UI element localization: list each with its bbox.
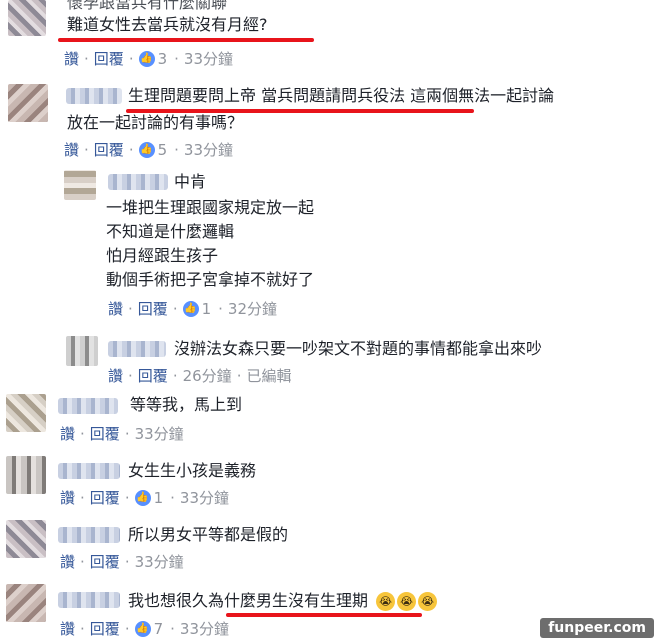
like-count[interactable]: 1 xyxy=(154,488,164,508)
watermark: funpeer.com xyxy=(540,618,654,638)
crying-face-icon: 😭 xyxy=(418,591,438,611)
comment-text: 沒辦法女森只要一吵架文不對題的事情都能拿出來吵 xyxy=(174,339,543,358)
thumbs-up-icon[interactable]: 👍 xyxy=(134,621,151,637)
crying-face-icon: 😭 xyxy=(376,591,396,611)
commenter-name-blurred[interactable] xyxy=(58,592,120,608)
reply-link[interactable]: 回覆 xyxy=(90,552,120,572)
thumbs-up-icon[interactable]: 👍 xyxy=(138,51,155,67)
highlighted-text: 為什麼男生沒有生理期 xyxy=(208,591,369,610)
like-link[interactable]: 讚 xyxy=(108,299,123,319)
comment-text-line: 放在一起討論的有事嗎？ xyxy=(67,113,244,132)
commenter-name-blurred[interactable] xyxy=(58,527,120,543)
avatar[interactable] xyxy=(6,394,46,432)
avatar[interactable] xyxy=(8,0,46,36)
comment-text-line: 動個手術把子宮拿掉不就好了 xyxy=(106,270,315,289)
like-count[interactable]: 7 xyxy=(154,619,164,639)
thumbs-up-icon[interactable]: 👍 xyxy=(134,490,151,506)
comment-actions: 讚 · 回覆 · 👍 7 · 33分鐘 xyxy=(60,619,230,639)
commenter-name-blurred[interactable] xyxy=(108,174,168,190)
timestamp[interactable]: 26分鐘 xyxy=(183,366,232,386)
comment-text-line: 一堆把生理跟國家規定放一起 xyxy=(106,198,315,217)
reply-link[interactable]: 回覆 xyxy=(90,488,120,508)
highlight-underline xyxy=(58,38,314,42)
commenter-name-blurred[interactable] xyxy=(66,88,122,104)
comment-text-line: 怕月經跟生孩子 xyxy=(106,246,219,265)
like-link[interactable]: 讚 xyxy=(60,488,75,508)
comment-text: 所以男女平等都是假的 xyxy=(128,525,289,544)
comment-text-line: 不知道是什麼邏輯 xyxy=(106,222,235,241)
avatar[interactable] xyxy=(8,84,48,122)
highlight-underline xyxy=(226,613,422,617)
like-link[interactable]: 讚 xyxy=(108,366,123,386)
reply-link[interactable]: 回覆 xyxy=(90,424,120,444)
timestamp[interactable]: 33分鐘 xyxy=(180,619,229,639)
reply-link[interactable]: 回覆 xyxy=(90,619,120,639)
timestamp[interactable]: 33分鐘 xyxy=(184,49,233,69)
like-link[interactable]: 讚 xyxy=(64,49,79,69)
comment-actions: 讚 · 回覆 · 👍 5 · 33分鐘 xyxy=(64,140,234,160)
crying-face-icon: 😭 xyxy=(397,591,417,611)
thumbs-up-icon[interactable]: 👍 xyxy=(138,142,155,158)
like-count[interactable]: 3 xyxy=(158,49,168,69)
like-count[interactable]: 1 xyxy=(202,299,212,319)
comment-text: 女生生小孩是義務 xyxy=(128,461,257,480)
comment-text-line: 懷孕跟當兵有什麼關聯 xyxy=(67,0,228,12)
commenter-name[interactable]: 中肯 xyxy=(174,171,206,193)
reply-link[interactable]: 回覆 xyxy=(94,140,124,160)
comment-actions: 讚 · 回覆 · 33分鐘 xyxy=(60,552,184,572)
timestamp[interactable]: 33分鐘 xyxy=(135,552,184,572)
comment-actions: 讚 · 回覆 · 👍 1 · 32分鐘 xyxy=(108,299,278,319)
avatar[interactable] xyxy=(6,584,46,622)
comment-text: 我也想很久 xyxy=(128,591,209,610)
comment-actions: 讚 · 回覆 · 26分鐘 · 已編輯 xyxy=(108,366,292,386)
avatar[interactable] xyxy=(6,520,46,558)
like-count[interactable]: 5 xyxy=(158,140,168,160)
comment-actions: 讚 · 回覆 · 33分鐘 xyxy=(60,424,184,444)
reply-link[interactable]: 回覆 xyxy=(138,366,168,386)
edited-label[interactable]: 已編輯 xyxy=(246,366,291,386)
like-link[interactable]: 讚 xyxy=(60,619,75,639)
timestamp[interactable]: 33分鐘 xyxy=(184,140,233,160)
comment-text-line: 難道女性去當兵就沒有月經? xyxy=(67,15,268,34)
comment-text-line: 我也想很久 為什麼男生沒有生理期 😭 😭 😭 xyxy=(128,590,438,612)
timestamp[interactable]: 33分鐘 xyxy=(180,488,229,508)
reply-link[interactable]: 回覆 xyxy=(138,299,168,319)
like-link[interactable]: 讚 xyxy=(64,140,79,160)
thumbs-up-icon[interactable]: 👍 xyxy=(182,301,199,317)
highlighted-text: 生理問題要問上帝 當兵問題請問兵役法 xyxy=(128,86,406,105)
commenter-name-blurred[interactable] xyxy=(58,463,120,479)
comment-actions: 讚 · 回覆 · 👍 3 · 33分鐘 xyxy=(64,49,234,69)
avatar[interactable] xyxy=(64,170,96,200)
comment-actions: 讚 · 回覆 · 👍 1 · 33分鐘 xyxy=(60,488,230,508)
avatar[interactable] xyxy=(66,336,98,366)
comment-text-line: 生理問題要問上帝 當兵問題請問兵役法 這兩個無法一起討論 xyxy=(128,85,554,107)
like-link[interactable]: 讚 xyxy=(60,424,75,444)
timestamp[interactable]: 33分鐘 xyxy=(135,424,184,444)
reply-link[interactable]: 回覆 xyxy=(94,49,124,69)
timestamp[interactable]: 32分鐘 xyxy=(228,299,277,319)
commenter-name-blurred[interactable] xyxy=(58,398,118,414)
comment-text: 等等我，馬上到 xyxy=(130,395,243,414)
comment-text: 這兩個無法一起討論 xyxy=(405,86,555,105)
avatar[interactable] xyxy=(6,456,46,494)
like-link[interactable]: 讚 xyxy=(60,552,75,572)
commenter-name-blurred[interactable] xyxy=(108,341,166,357)
